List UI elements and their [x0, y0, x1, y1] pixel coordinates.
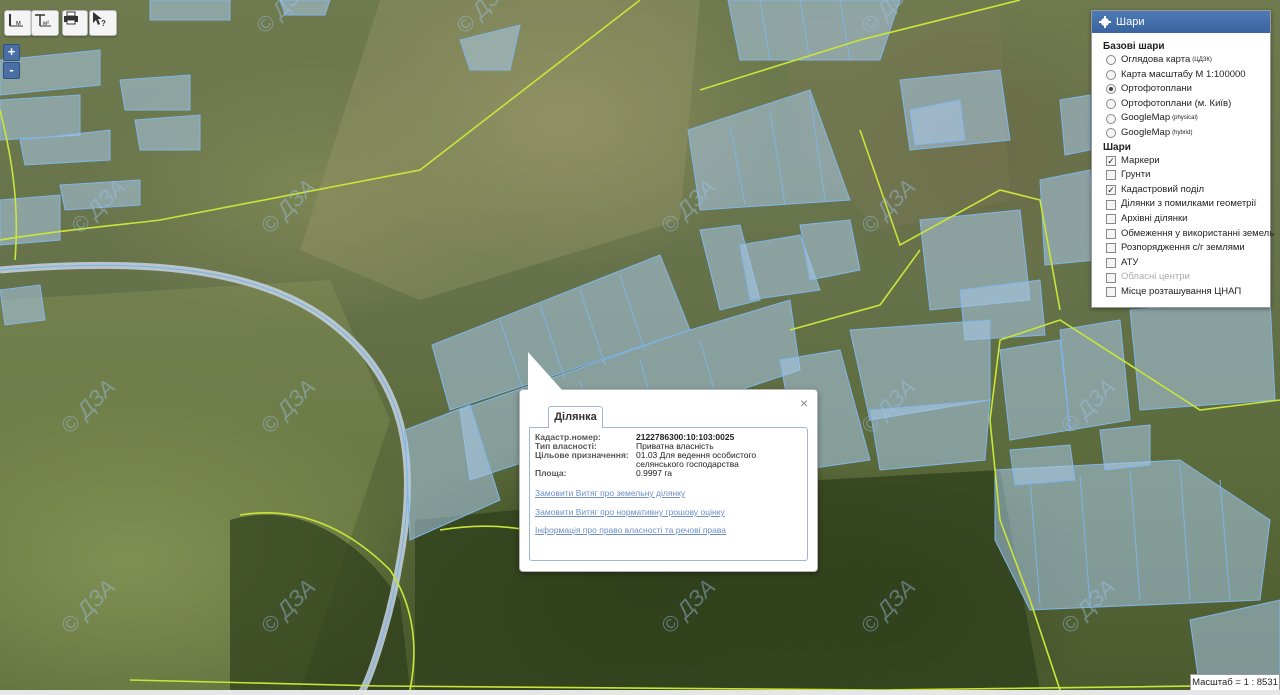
overlay-layer-label: Грунти — [1121, 169, 1151, 181]
overlay-layer-label: Обласні центри — [1121, 271, 1190, 283]
tab-parcel[interactable]: Ділянка — [548, 406, 603, 428]
overlay-layer-option[interactable]: Архівні ділянки — [1092, 212, 1270, 227]
base-layer-label: GoogleMap — [1121, 126, 1171, 138]
base-layers-list: Оглядова карта (ЦДЗК) Карта масштабу М 1:1… — [1092, 53, 1270, 141]
map-view[interactable]: © ДЗА © ДЗА © ДЗА © ДЗА © ДЗА © ДЗА © ДЗ… — [0, 0, 1280, 695]
checkbox[interactable] — [1106, 287, 1116, 298]
measure-area-icon: м² — [35, 14, 51, 27]
parcel-area: 0.9997 га — [636, 468, 673, 478]
checkbox[interactable] — [1106, 214, 1116, 225]
close-icon[interactable]: × — [800, 395, 808, 411]
identify-button[interactable]: ? — [89, 10, 117, 36]
overlay-layer-label: АТУ — [1121, 256, 1139, 268]
checkbox[interactable]: ✓ — [1106, 155, 1116, 166]
parcel-popup: × Ділянка Кадастр.номер: 2122786300:10:1… — [519, 352, 818, 572]
overlay-layer-label: Маркери — [1121, 154, 1160, 166]
field-key: Площа: — [535, 468, 567, 478]
zoom-in-button[interactable]: + — [3, 44, 20, 61]
overlay-layers-heading: Шари — [1103, 141, 1131, 153]
base-layer-sup: (hybrid) — [1172, 129, 1193, 136]
svg-text:?: ? — [101, 19, 106, 27]
checkbox[interactable] — [1106, 258, 1116, 269]
overlay-layer-option[interactable]: ✓ Кадастровий поділ — [1092, 183, 1270, 198]
base-layer-label: Ортофотоплани — [1121, 83, 1192, 95]
base-layer-option[interactable]: Карта масштабу М 1:100000 — [1092, 68, 1270, 83]
radio-button[interactable] — [1106, 84, 1116, 95]
help-cursor-icon: ? — [93, 12, 106, 27]
radio-button[interactable] — [1106, 113, 1116, 124]
overlay-layer-option[interactable]: ✓ Маркери — [1092, 154, 1270, 169]
overlay-layer-label: Розпорядження с/г землями — [1121, 242, 1245, 254]
base-layer-sup: (ЦДЗК) — [1192, 57, 1212, 63]
overlay-layer-label: Архівні ділянки — [1121, 212, 1188, 224]
overlay-layer-label: Ділянки з помилками геометрії — [1121, 198, 1257, 210]
parcel-info-panel: Кадастр.номер: 2122786300:10:103:0025 Ти… — [529, 427, 808, 561]
svg-text:м: м — [16, 20, 21, 27]
print-button[interactable] — [62, 10, 88, 36]
checkbox[interactable]: ✓ — [1106, 185, 1116, 196]
checkbox[interactable] — [1106, 199, 1116, 210]
order-parcel-extract-link[interactable]: Замовити Витяг про земельну ділянку — [535, 488, 685, 498]
field-key: Цільове призначення: — [535, 450, 629, 460]
gear-icon — [1099, 16, 1111, 28]
base-layer-sup: (physical) — [1172, 115, 1198, 122]
measure-length-button[interactable]: м — [4, 10, 32, 36]
checkbox — [1106, 272, 1116, 283]
base-layer-label: Карта масштабу М 1:100000 — [1121, 68, 1246, 80]
overlay-layer-option: Обласні центри — [1092, 270, 1270, 285]
layers-panel-title: Шари — [1116, 16, 1145, 28]
overlay-layer-label: Кадастровий поділ — [1121, 183, 1205, 195]
overlay-layer-option[interactable]: Обмеження у використанні земель — [1092, 227, 1274, 242]
measure-length-icon: м — [9, 14, 23, 27]
ownership-info-link[interactable]: Інформація про право власності та речові… — [535, 525, 726, 535]
radio-button[interactable] — [1106, 55, 1116, 66]
base-layer-option[interactable]: GoogleMap (hybrid) — [1092, 126, 1270, 141]
checkbox[interactable] — [1106, 243, 1116, 254]
order-valuation-extract-link[interactable]: Замовити Витяг про нормативну грошову оц… — [535, 507, 725, 517]
overlay-layer-option[interactable]: Ділянки з помилками геометрії — [1092, 197, 1270, 212]
scale-indicator: Масштаб = 1 : 8531 — [1190, 674, 1280, 691]
overlay-layer-label: Обмеження у використанні земель — [1121, 227, 1275, 239]
base-layer-label: GoogleMap — [1121, 112, 1171, 124]
checkbox[interactable] — [1106, 170, 1116, 181]
overlay-layer-option[interactable]: Грунти — [1092, 168, 1270, 183]
radio-button[interactable] — [1106, 99, 1116, 110]
overlay-layer-option[interactable]: Розпорядження с/г землями — [1092, 241, 1270, 256]
status-bar — [0, 690, 1280, 695]
base-layers-heading: Базові шари — [1103, 41, 1165, 52]
printer-icon — [64, 11, 78, 25]
overlay-layers-list: ✓ Маркери Грунти ✓ Кадастровий поділ Ділянки … — [1092, 154, 1274, 300]
base-layer-option[interactable]: GoogleMap (physical) — [1092, 111, 1270, 126]
popup-pointer — [528, 352, 562, 390]
layers-panel: Шари Базові шари Оглядова карта (ЦДЗК) Кар… — [1091, 10, 1274, 308]
base-layer-option[interactable]: Ортофотоплани — [1092, 82, 1270, 97]
cadastral-overlay: © ДЗА © ДЗА © ДЗА © ДЗА © ДЗА © ДЗА © ДЗ… — [0, 0, 1280, 695]
intended-purpose: 01.03 Для ведення особистого селянського… — [636, 450, 757, 469]
base-layer-option[interactable]: Оглядова карта (ЦДЗК) — [1092, 53, 1270, 68]
overlay-layer-option[interactable]: Місце розташування ЦНАП — [1092, 285, 1270, 300]
measure-area-button[interactable]: м² — [31, 10, 59, 36]
svg-text:м²: м² — [43, 21, 49, 27]
radio-button[interactable] — [1106, 128, 1116, 139]
zoom-out-button[interactable]: - — [3, 62, 20, 79]
radio-button[interactable] — [1106, 69, 1116, 80]
overlay-layer-label: Місце розташування ЦНАП — [1121, 285, 1242, 297]
checkbox[interactable] — [1106, 228, 1116, 239]
overlay-layer-option[interactable]: АТУ — [1092, 256, 1270, 271]
base-layer-label: Ортофотоплани (м. Київ) — [1121, 97, 1232, 109]
layers-panel-header[interactable]: Шари — [1092, 11, 1270, 33]
base-layer-label: Оглядова карта — [1121, 54, 1191, 65]
base-layer-option[interactable]: Ортофотоплани (м. Київ) — [1092, 97, 1270, 112]
